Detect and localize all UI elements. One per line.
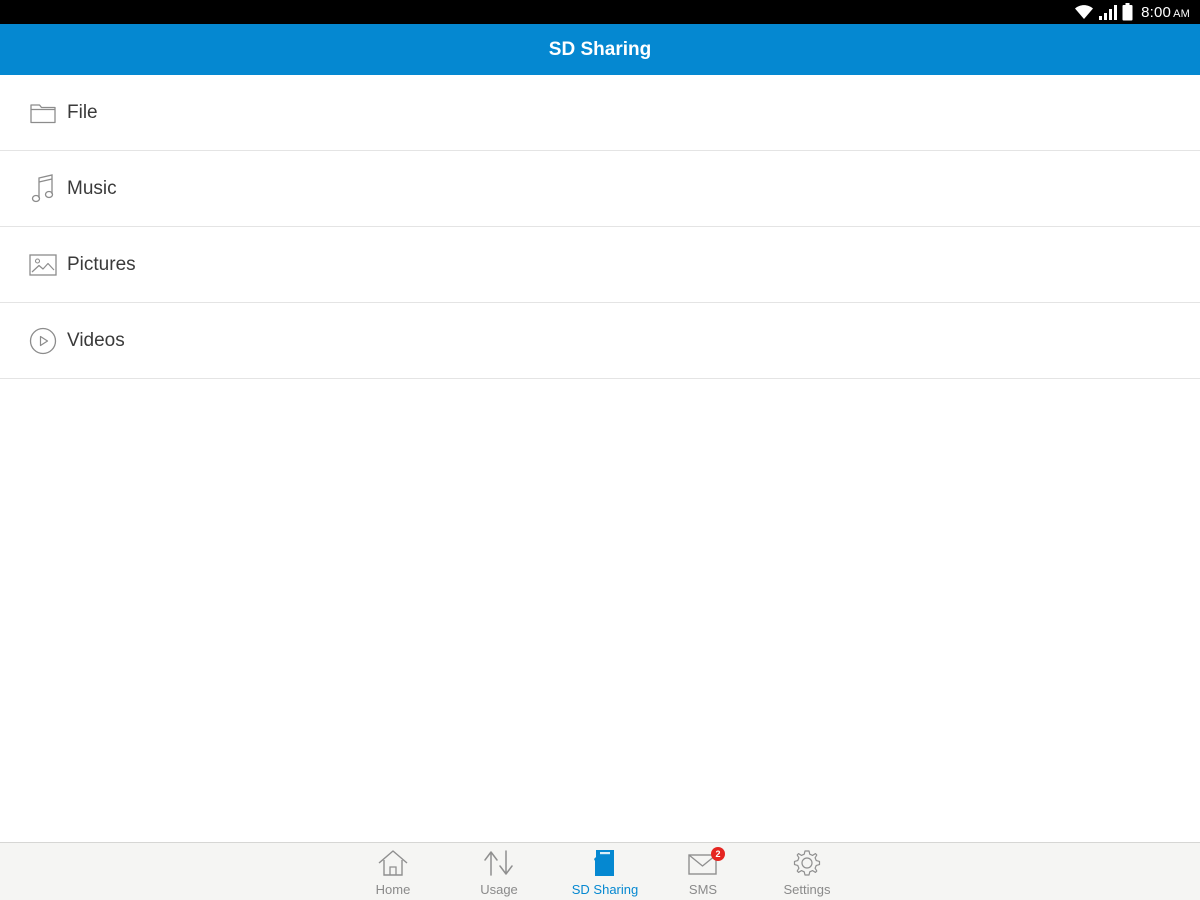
page-title: SD Sharing [548,38,652,60]
list-item-file[interactable]: File [0,75,1200,151]
status-time-value: 8:00 [1141,3,1172,21]
nav-sd-sharing[interactable]: SD Sharing [555,848,655,898]
status-time-ampm: AM [1173,7,1190,20]
list-item-label: Pictures [67,253,136,275]
envelope-icon: 2 [653,847,753,878]
app-bar: SD Sharing [0,24,1200,75]
nav-home[interactable]: Home [343,848,443,898]
nav-sms[interactable]: 2 SMS [653,847,753,898]
list-item-label: File [67,101,98,123]
nav-label: Usage [480,882,518,897]
up-down-arrows-icon [449,848,549,878]
wifi-icon [1074,4,1094,20]
screen: 8:00 AM SD Sharing File Music Pictures V… [0,0,1200,900]
nav-usage[interactable]: Usage [449,848,549,898]
sms-badge: 2 [711,847,725,861]
list-item-pictures[interactable]: Pictures [0,227,1200,303]
nav-label: SMS [688,882,718,897]
play-circle-icon [29,327,57,355]
list-item-music[interactable]: Music [0,151,1200,227]
nav-settings[interactable]: Settings [757,848,857,898]
list-item-label: Music [67,177,117,199]
picture-icon [29,251,57,279]
sd-sharing-list: File Music Pictures Videos [0,75,1200,379]
nav-label: Home [375,882,411,897]
folder-icon [29,99,57,127]
bottom-nav: Home Usage SD Sharing 2 SMS Settings [0,842,1200,900]
status-bar: 8:00 AM [0,0,1200,24]
status-time: 8:00 AM [1141,4,1190,21]
battery-icon [1122,3,1133,21]
nav-label: SD Sharing [571,882,639,897]
signal-icon [1098,4,1118,20]
status-icons: 8:00 AM [1074,0,1190,24]
sd-card-icon [555,848,655,878]
list-item-videos[interactable]: Videos [0,303,1200,379]
home-icon [343,848,443,878]
music-note-icon [29,173,57,203]
nav-label: Settings [783,882,831,897]
list-item-label: Videos [67,329,125,351]
gear-icon [757,848,857,878]
